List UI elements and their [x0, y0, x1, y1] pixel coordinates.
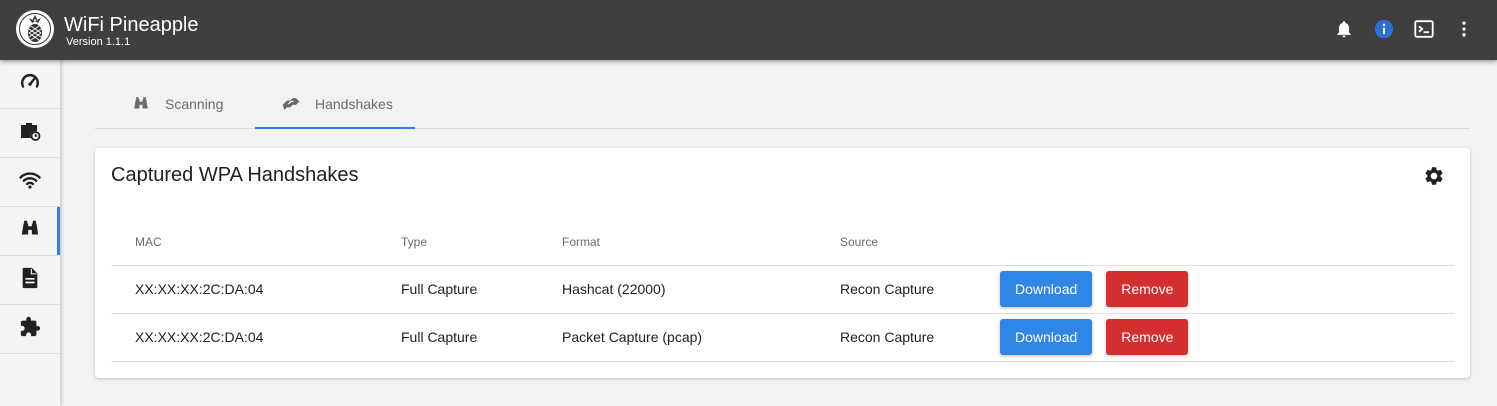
- cell-type: Full Capture: [377, 313, 538, 362]
- sidebar-item-pineap[interactable]: [0, 158, 60, 207]
- handshake-icon: [281, 94, 301, 114]
- cell-actions: Download Remove: [1000, 313, 1454, 362]
- info-icon[interactable]: [1371, 16, 1397, 42]
- cell-mac: XX:XX:XX:2C:DA:04: [111, 313, 377, 362]
- sidebar: [0, 60, 60, 406]
- column-header-type: Type: [377, 220, 538, 266]
- download-button[interactable]: Download: [1000, 271, 1093, 307]
- more-vert-icon[interactable]: [1451, 16, 1477, 42]
- cell-type: Full Capture: [377, 265, 538, 314]
- cell-source: Recon Capture: [816, 265, 1000, 314]
- card-title: Captured WPA Handshakes: [111, 164, 359, 186]
- document-icon: [20, 267, 40, 294]
- gear-icon[interactable]: [1422, 164, 1446, 188]
- column-header-mac: MAC: [111, 220, 377, 266]
- sidebar-item-logging[interactable]: [0, 256, 60, 305]
- sidebar-item-dashboard[interactable]: [0, 60, 60, 109]
- bell-icon[interactable]: [1331, 16, 1357, 42]
- cell-format: Hashcat (22000): [538, 265, 816, 314]
- column-header-format: Format: [538, 220, 816, 266]
- tab-scanning[interactable]: Scanning: [131, 80, 255, 128]
- pineapple-logo-icon[interactable]: [16, 10, 54, 48]
- wifi-icon: [18, 168, 42, 197]
- handshakes-card: Captured WPA Handshakes MAC Type Format …: [95, 148, 1470, 378]
- handshakes-table: MAC Type Format Source XX:XX:XX:2C:DA:04…: [111, 220, 1454, 362]
- table-row: XX:XX:XX:2C:DA:04 Full Capture Packet Ca…: [111, 313, 1454, 362]
- cell-actions: Download Remove: [1000, 265, 1454, 314]
- speedometer-icon: [19, 71, 41, 98]
- download-button[interactable]: Download: [1000, 319, 1093, 355]
- sidebar-item-campaigns[interactable]: [0, 109, 60, 158]
- cell-format: Packet Capture (pcap): [538, 313, 816, 362]
- puzzle-icon: [19, 316, 41, 343]
- cell-mac: XX:XX:XX:2C:DA:04: [111, 265, 377, 314]
- terminal-icon[interactable]: [1411, 16, 1437, 42]
- binoculars-icon: [131, 94, 151, 114]
- binoculars-icon: [19, 218, 41, 245]
- tab-handshakes[interactable]: Handshakes: [255, 80, 415, 129]
- column-header-source: Source: [816, 220, 1000, 266]
- tab-scanning-label: Scanning: [165, 96, 224, 112]
- remove-button[interactable]: Remove: [1106, 319, 1189, 355]
- recon-tabs: Scanning Handshakes: [95, 80, 1470, 129]
- briefcase-clock-icon: [18, 119, 42, 148]
- column-header-actions: [1000, 220, 1454, 266]
- table-header-row: MAC Type Format Source: [111, 220, 1454, 266]
- remove-button[interactable]: Remove: [1106, 271, 1189, 307]
- app-title: WiFi Pineapple: [64, 14, 199, 36]
- table-row: XX:XX:XX:2C:DA:04 Full Capture Hashcat (…: [111, 265, 1454, 314]
- sidebar-item-recon[interactable]: [0, 207, 60, 256]
- tab-handshakes-label: Handshakes: [315, 96, 393, 112]
- sidebar-item-modules[interactable]: [0, 305, 60, 354]
- cell-source: Recon Capture: [816, 313, 1000, 362]
- top-app-bar: WiFi Pineapple Version 1.1.1: [0, 0, 1497, 60]
- app-version: Version 1.1.1: [66, 36, 131, 48]
